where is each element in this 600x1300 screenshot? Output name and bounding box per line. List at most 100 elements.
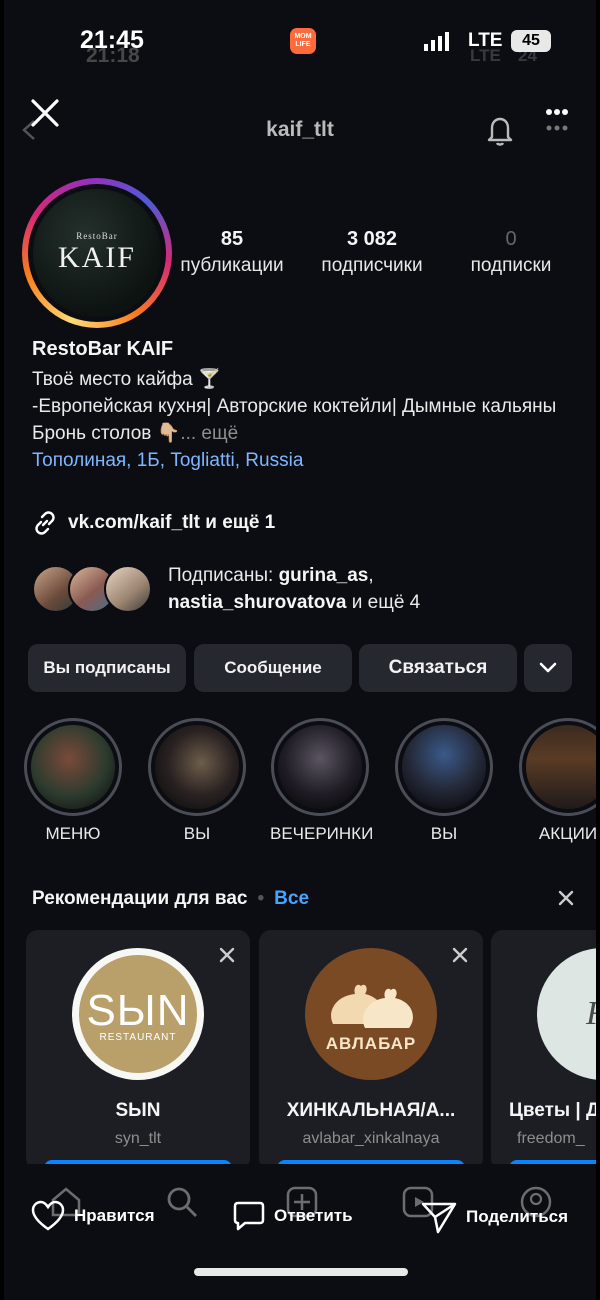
card-handle: syn_tlt — [114, 1130, 162, 1147]
story-reply-bar: Нравится Ответить Поделиться — [4, 1164, 596, 1300]
status-time: 21:45 — [80, 26, 144, 54]
status-bar: 21:18 21:45 MOM LIFE LTE LTE 24 45 — [4, 0, 596, 80]
avatar-logo-small: RestoBar — [76, 231, 118, 241]
highlight-label: МЕНЮ — [45, 824, 101, 843]
stat-following[interactable]: 0 подписки — [454, 228, 568, 277]
bio-line-1: Твоё место кайфа 🍸 — [32, 369, 222, 390]
suggested-toggle-button[interactable] — [524, 644, 572, 692]
card-avatar[interactable]: SЫN RESTAURANT — [72, 948, 204, 1080]
subscribed-button[interactable]: Вы подписаны — [28, 644, 186, 692]
highlight-ring — [519, 718, 596, 816]
stat-followers[interactable]: 3 082 подписчики — [304, 228, 440, 277]
recommendations-title: Рекомендации для вас — [32, 888, 248, 909]
card-name: ХИНКАЛЬНАЯ/А... — [286, 1100, 456, 1121]
profile-link[interactable]: vk.com/kaif_tlt и ещё 1 — [32, 510, 275, 536]
recommendation-card[interactable]: АВЛАБАР ХИНКАЛЬНАЯ/А... avlabar_xinkalna… — [259, 930, 483, 1170]
stat-following-value: 0 — [505, 228, 517, 250]
chat-bubble-icon — [233, 1201, 265, 1231]
highlight-label: ВЕЧЕРИНКИ — [270, 824, 374, 843]
bio-more-link[interactable]: ... ещё — [180, 423, 238, 444]
highlight-cover — [155, 725, 239, 809]
highlight-label: ВЫ — [183, 824, 211, 843]
bio-line-2: -Европейская кухня| Авторские коктейли| … — [32, 396, 557, 417]
highlight-cover — [526, 725, 596, 809]
like-label: Нравится — [74, 1206, 155, 1225]
recommendation-card[interactable]: Fr Цветы | Д freedom_ — [491, 930, 596, 1170]
network-type: LTE — [468, 30, 503, 51]
highlight-cover — [402, 725, 486, 809]
card-handle: avlabar_xinkalnaya — [302, 1130, 440, 1147]
share-label: Поделиться — [466, 1207, 569, 1226]
followed-user-2: nastia_shurovatova — [168, 592, 347, 613]
reply-action[interactable]: Ответить — [232, 1200, 353, 1232]
contact-button[interactable]: Связаться — [359, 644, 517, 692]
recommendations-separator: • — [257, 888, 265, 909]
highlight-menu[interactable]: МЕНЮ — [23, 718, 123, 844]
highlight-vy-2[interactable]: ВЫ — [394, 718, 494, 844]
profile-avatar[interactable]: RestoBar KAIF — [22, 178, 172, 328]
mutual-followers[interactable]: Подписаны: gurina_as, nastia_shurovatova… — [32, 562, 420, 616]
bio-line-3: Бронь столов 👇🏼... ещё — [32, 420, 572, 447]
profile-location[interactable]: Тополиная, 1Б, Togliatti, Russia — [32, 447, 572, 474]
dismiss-card-icon[interactable] — [218, 946, 236, 964]
card-name: SЫN — [115, 1100, 161, 1121]
highlight-ring — [24, 718, 122, 816]
stat-posts-label: публикации — [180, 255, 284, 276]
bio-line-3-text: Бронь столов 👇🏼 — [32, 423, 181, 444]
dismiss-card-icon[interactable] — [451, 946, 469, 964]
link-icon — [35, 511, 55, 535]
highlight-label: АКЦИИ — [538, 824, 596, 843]
khinkali-icon — [331, 984, 413, 1028]
highlight-cover — [278, 725, 362, 809]
card-handle: freedom_ — [517, 1130, 585, 1147]
recommendations-header: Рекомендации для вас • Все — [32, 888, 309, 910]
like-action[interactable]: Нравится — [30, 1200, 155, 1232]
avatar-logo: RestoBar KAIF — [33, 189, 161, 317]
search-icon[interactable] — [164, 1184, 200, 1220]
stat-following-label: подписки — [470, 255, 552, 276]
profile-bio: Твоё место кайфа 🍸 -Европейская кухня| А… — [32, 366, 572, 474]
stat-posts[interactable]: 85 публикации — [172, 228, 292, 277]
avatar-logo-big: KAIF — [57, 241, 136, 274]
highlight-ring — [271, 718, 369, 816]
notification-bell-icon[interactable] — [482, 112, 518, 148]
followed-separator: , — [368, 565, 374, 586]
avlabar-logo-text: АВЛАБАР — [325, 1034, 417, 1053]
highlight-label: ВЫ — [430, 824, 458, 843]
recommendation-card[interactable]: SЫN RESTAURANT SЫN syn_tlt — [26, 930, 250, 1170]
card-name: Цветы | Д — [509, 1100, 596, 1121]
reply-label: Ответить — [274, 1206, 353, 1225]
highlight-ring — [148, 718, 246, 816]
share-action[interactable]: Поделиться — [420, 1200, 568, 1234]
instagram-profile-screen: 21:18 21:45 MOM LIFE LTE LTE 24 45 kaif_… — [4, 0, 596, 1300]
send-icon — [421, 1202, 457, 1234]
cellular-signal-icon — [424, 32, 449, 51]
followed-suffix: и ещё 4 — [346, 592, 421, 613]
flowers-logo-text: Fr — [586, 995, 596, 1033]
heart-icon — [31, 1200, 65, 1231]
sbin-logo-sub: RESTAURANT — [99, 1031, 177, 1043]
more-options-icon[interactable] — [542, 104, 572, 138]
mutual-followers-text: Подписаны: gurina_as, nastia_shurovatova… — [168, 562, 420, 616]
sbin-logo-main: SЫN — [86, 985, 190, 1035]
avatar-frame: RestoBar KAIF — [28, 184, 166, 322]
card-avatar[interactable]: АВЛАБАР — [305, 948, 437, 1080]
follower-avatar — [104, 565, 152, 613]
chevron-down-icon — [539, 662, 557, 673]
highlight-promos[interactable]: АКЦИИ — [518, 718, 596, 844]
stat-followers-label: подписчики — [321, 255, 423, 276]
see-all-link[interactable]: Все — [274, 888, 309, 910]
home-indicator[interactable] — [194, 1268, 408, 1276]
stat-posts-value: 85 — [220, 228, 244, 250]
message-button[interactable]: Сообщение — [194, 644, 352, 692]
profile-name: RestoBar KAIF — [32, 338, 174, 360]
highlight-ring — [395, 718, 493, 816]
highlight-parties[interactable]: ВЕЧЕРИНКИ — [270, 718, 374, 844]
profile-link-text: vk.com/kaif_tlt и ещё 1 — [68, 512, 276, 533]
followed-prefix: Подписаны: — [168, 565, 279, 586]
momlife-app-icon: MOM LIFE — [290, 28, 316, 54]
close-recommendations-icon[interactable] — [556, 888, 576, 908]
sbin-logo: SЫN RESTAURANT — [79, 955, 197, 1073]
card-avatar[interactable]: Fr — [537, 948, 596, 1080]
highlight-vy-1[interactable]: ВЫ — [147, 718, 247, 844]
